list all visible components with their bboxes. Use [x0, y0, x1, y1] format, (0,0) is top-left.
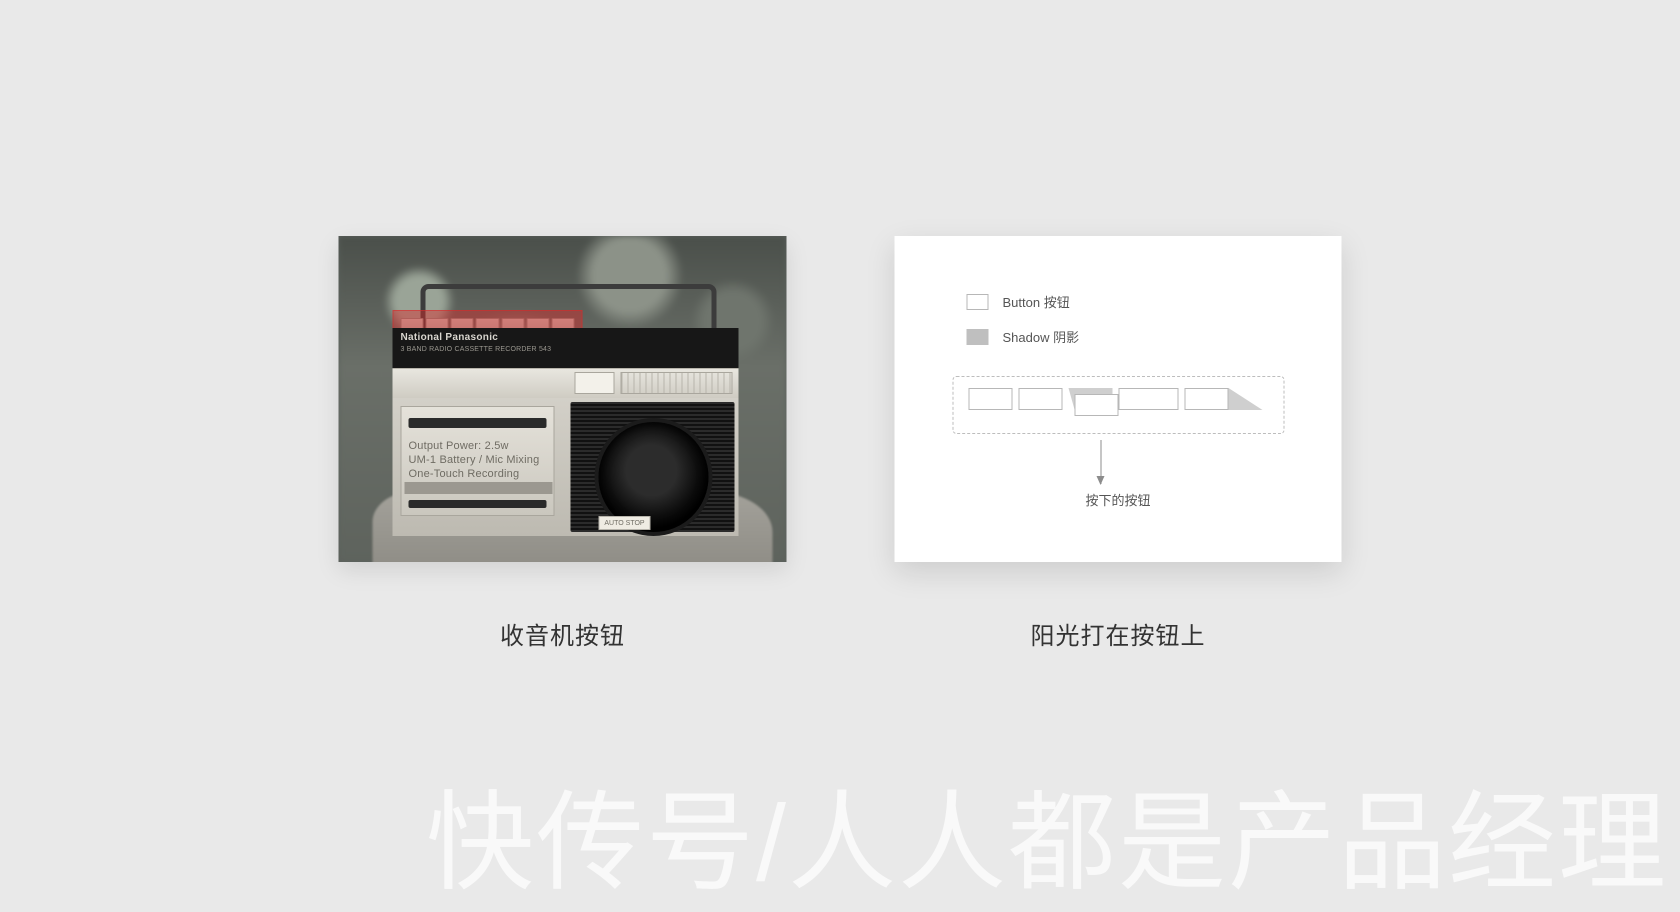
- card-row: National Panasonic 3 BAND RADIO CASSETTE…: [339, 236, 1342, 651]
- legend-swatch-shadow: [967, 329, 989, 345]
- radio-device: National Panasonic 3 BAND RADIO CASSETTE…: [393, 302, 739, 536]
- diagram-button-1: [969, 388, 1013, 410]
- right-column: Button 按钮 Shadow 阴影: [895, 236, 1342, 651]
- radio-scale: [621, 372, 733, 394]
- cassette-slot-lower: [409, 500, 547, 508]
- legend-swatch-button: [967, 294, 989, 310]
- right-caption: 阳光打在按钮上: [1031, 616, 1206, 651]
- diagram-button-pressed: [1069, 388, 1113, 410]
- diagram-card: Button 按钮 Shadow 阴影: [895, 236, 1342, 562]
- diagram-button-5: [1185, 388, 1229, 410]
- legend-label-button: Button 按钮: [1003, 292, 1070, 311]
- radio-brand-label: National Panasonic: [401, 332, 499, 343]
- radio-subbrand-label: 3 BAND RADIO CASSETTE RECORDER 543: [401, 346, 552, 353]
- diagram-button-4: [1119, 388, 1179, 410]
- cassette-spec-2: UM-1 Battery / Mic Mixing: [409, 454, 540, 466]
- left-caption: 收音机按钮: [500, 616, 625, 651]
- cassette-spec-1: Output Power: 2.5w: [409, 440, 509, 452]
- arrow-down-icon: [1101, 440, 1102, 484]
- legend: Button 按钮 Shadow 阴影: [967, 292, 1080, 346]
- arrow-label: 按下的按钮: [895, 490, 1342, 509]
- legend-row-button: Button 按钮: [967, 292, 1080, 311]
- watermark-text: 快传号/人人都是产品经理: [426, 756, 1668, 912]
- left-column: National Panasonic 3 BAND RADIO CASSETTE…: [339, 236, 787, 651]
- radio-photo-card: National Panasonic 3 BAND RADIO CASSETTE…: [339, 236, 787, 562]
- auto-stop-badge: AUTO STOP: [599, 516, 651, 530]
- diagram-button-row: [969, 388, 1229, 410]
- diagram-button-2: [1019, 388, 1063, 410]
- legend-label-shadow: Shadow 阴影: [1003, 327, 1080, 346]
- radio-meter: [575, 372, 615, 394]
- legend-row-shadow: Shadow 阴影: [967, 327, 1080, 346]
- page: National Panasonic 3 BAND RADIO CASSETTE…: [0, 0, 1680, 904]
- cassette-strip: [405, 482, 553, 494]
- cassette-spec-3: One-Touch Recording: [409, 468, 520, 480]
- cassette-slot: [409, 418, 547, 428]
